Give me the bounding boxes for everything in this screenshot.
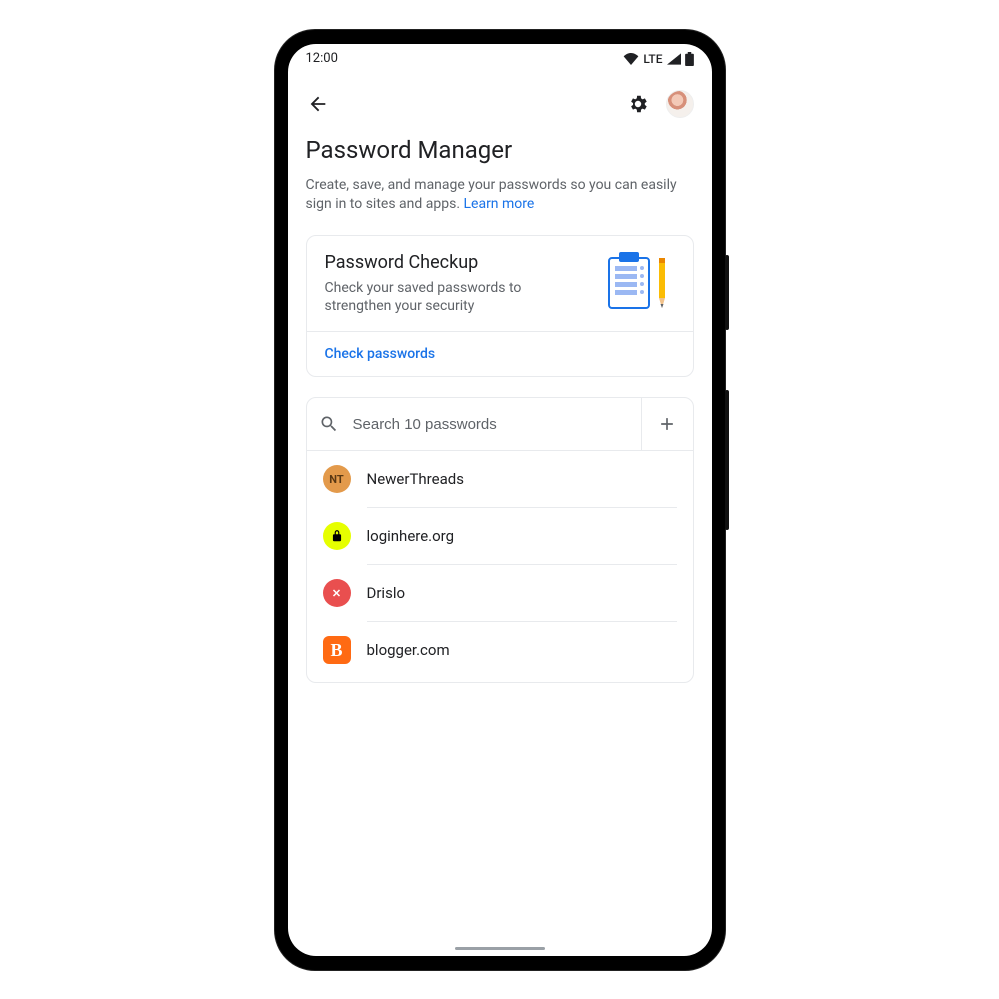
site-icon: B [323, 636, 351, 664]
password-label: loginhere.org [367, 527, 455, 545]
password-label: NewerThreads [367, 470, 464, 488]
card-body: Password Checkup Check your saved passwo… [307, 236, 693, 331]
screen: 12:00 LTE Password Manager [288, 44, 712, 956]
battery-icon [685, 52, 694, 66]
search-input[interactable] [353, 416, 629, 433]
plus-icon [657, 414, 677, 434]
password-label: Drislo [367, 584, 406, 602]
volume-button [725, 255, 729, 330]
page-title: Password Manager [306, 136, 694, 164]
network-label: LTE [643, 52, 662, 66]
check-passwords-button[interactable]: Check passwords [307, 331, 693, 376]
card-text: Password Checkup Check your saved passwo… [325, 252, 591, 315]
learn-more-link[interactable]: Learn more [463, 196, 534, 212]
top-bar [306, 74, 694, 136]
search-row [307, 398, 693, 451]
wifi-icon [623, 53, 639, 65]
main-content: Password Manager Create, save, and manag… [288, 74, 712, 956]
site-icon: NT [323, 465, 351, 493]
password-item[interactable]: NT NewerThreads [307, 451, 693, 507]
password-item[interactable]: Bblogger.com [307, 622, 693, 678]
add-password-button[interactable] [641, 398, 693, 450]
status-icons: LTE [623, 52, 693, 66]
gear-icon [627, 93, 649, 115]
arrow-left-icon [307, 93, 329, 115]
search-area[interactable] [307, 400, 641, 448]
checkup-title: Password Checkup [325, 252, 591, 273]
password-item[interactable]: ✕ Drislo [307, 565, 693, 621]
account-avatar[interactable] [666, 90, 694, 118]
password-list: NT NewerThreads loginhere.org ✕ Drislo Bblogg… [307, 451, 693, 682]
settings-button[interactable] [626, 92, 650, 116]
signal-icon [667, 53, 681, 65]
back-button[interactable] [306, 92, 330, 116]
password-label: blogger.com [367, 641, 450, 659]
device-frame: 12:00 LTE Password Manager [275, 30, 725, 970]
checkup-subtitle: Check your saved passwords to strengthen… [325, 279, 591, 315]
site-icon: ✕ [323, 579, 351, 607]
password-list-card: NT NewerThreads loginhere.org ✕ Drislo Bblogg… [306, 397, 694, 683]
power-button [725, 390, 729, 530]
password-checkup-card: Password Checkup Check your saved passwo… [306, 235, 694, 377]
site-icon [323, 522, 351, 550]
page-description: Create, save, and manage your passwords … [306, 176, 694, 215]
search-icon [319, 414, 339, 434]
password-item[interactable]: loginhere.org [307, 508, 693, 564]
home-indicator[interactable] [455, 947, 545, 950]
status-bar: 12:00 LTE [288, 44, 712, 74]
checkup-illustration [605, 252, 675, 312]
clipboard-pencil-icon [605, 252, 675, 312]
status-time: 12:00 [306, 51, 338, 66]
